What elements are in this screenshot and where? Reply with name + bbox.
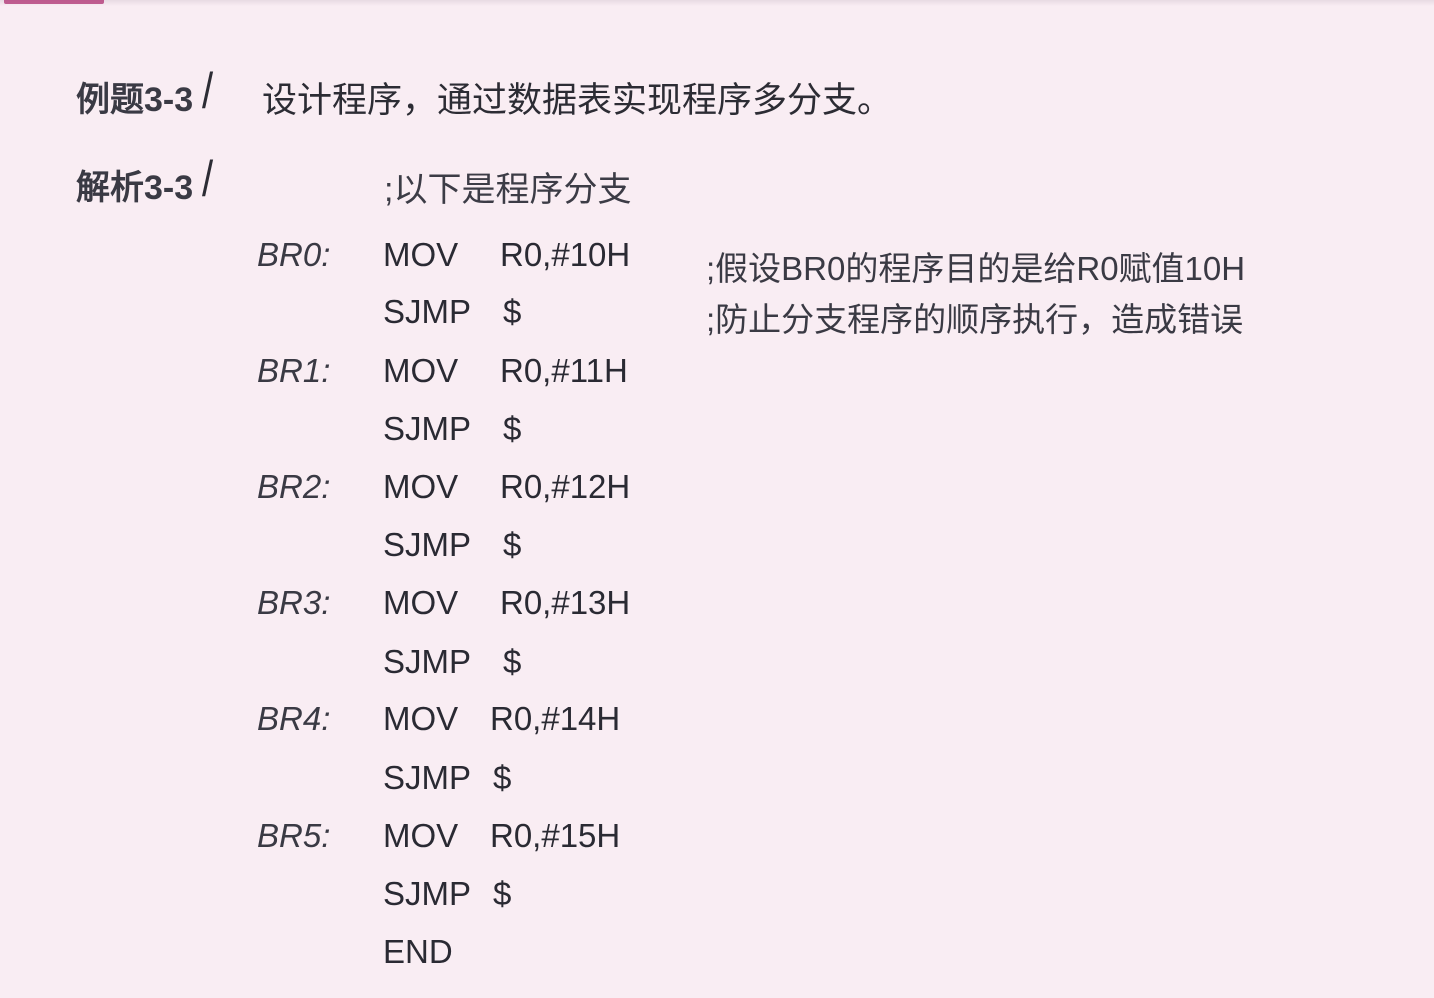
code-label: BR1: bbox=[257, 352, 331, 389]
code-arg: R0,#15H bbox=[490, 817, 621, 854]
code-label: BR0: bbox=[257, 236, 331, 273]
code-arg: R0,#14H bbox=[490, 700, 621, 737]
code-arg: $ bbox=[503, 526, 522, 563]
code-arg: R0,#11H bbox=[500, 352, 628, 389]
code-op: SJMP bbox=[383, 759, 472, 796]
code-arg: $ bbox=[503, 643, 522, 680]
code-op: SJMP bbox=[383, 410, 472, 447]
code-op: MOV bbox=[383, 236, 459, 273]
code-arg: R0,#12H bbox=[500, 468, 631, 505]
example-slash: / bbox=[202, 63, 214, 119]
example-text: 设计程序，通过数据表实现程序多分支。 bbox=[262, 81, 893, 120]
code-op: END bbox=[383, 933, 453, 970]
header-comment: ;以下是程序分支 bbox=[384, 171, 632, 209]
code-arg: R0,#13H bbox=[500, 584, 631, 621]
code-arg: $ bbox=[503, 410, 522, 447]
code-op: MOV bbox=[383, 817, 459, 854]
top-strip bbox=[0, 0, 1434, 6]
code-op: MOV bbox=[383, 584, 459, 621]
code-comment: ;假设BR0的程序目的是给R0赋值10H bbox=[706, 250, 1246, 287]
example-label: 例题3-3 bbox=[76, 81, 194, 119]
code-arg: $ bbox=[493, 875, 512, 912]
code-op: SJMP bbox=[383, 643, 472, 680]
code-op: SJMP bbox=[383, 293, 472, 330]
code-label: BR5: bbox=[257, 817, 331, 854]
code-arg: $ bbox=[503, 293, 522, 330]
code-arg: R0,#10H bbox=[500, 236, 631, 273]
analysis-label: 解析3-3 bbox=[76, 169, 194, 207]
slide: 例题3-3 / 设计程序，通过数据表实现程序多分支。 解析3-3 / ;以下是程… bbox=[0, 0, 1434, 998]
code-arg: $ bbox=[493, 759, 512, 796]
code-label: BR3: bbox=[257, 584, 331, 621]
top-logo-mark bbox=[4, 0, 104, 4]
code-op: MOV bbox=[383, 700, 459, 737]
analysis-slash: / bbox=[202, 151, 214, 207]
code-op: MOV bbox=[383, 352, 459, 389]
code-label: BR4: bbox=[257, 700, 331, 737]
code-op: MOV bbox=[383, 468, 459, 505]
code-label: BR2: bbox=[257, 468, 331, 505]
code-comment: ;防止分支程序的顺序执行，造成错误 bbox=[706, 301, 1244, 338]
code-op: SJMP bbox=[383, 526, 472, 563]
code-op: SJMP bbox=[383, 875, 472, 912]
